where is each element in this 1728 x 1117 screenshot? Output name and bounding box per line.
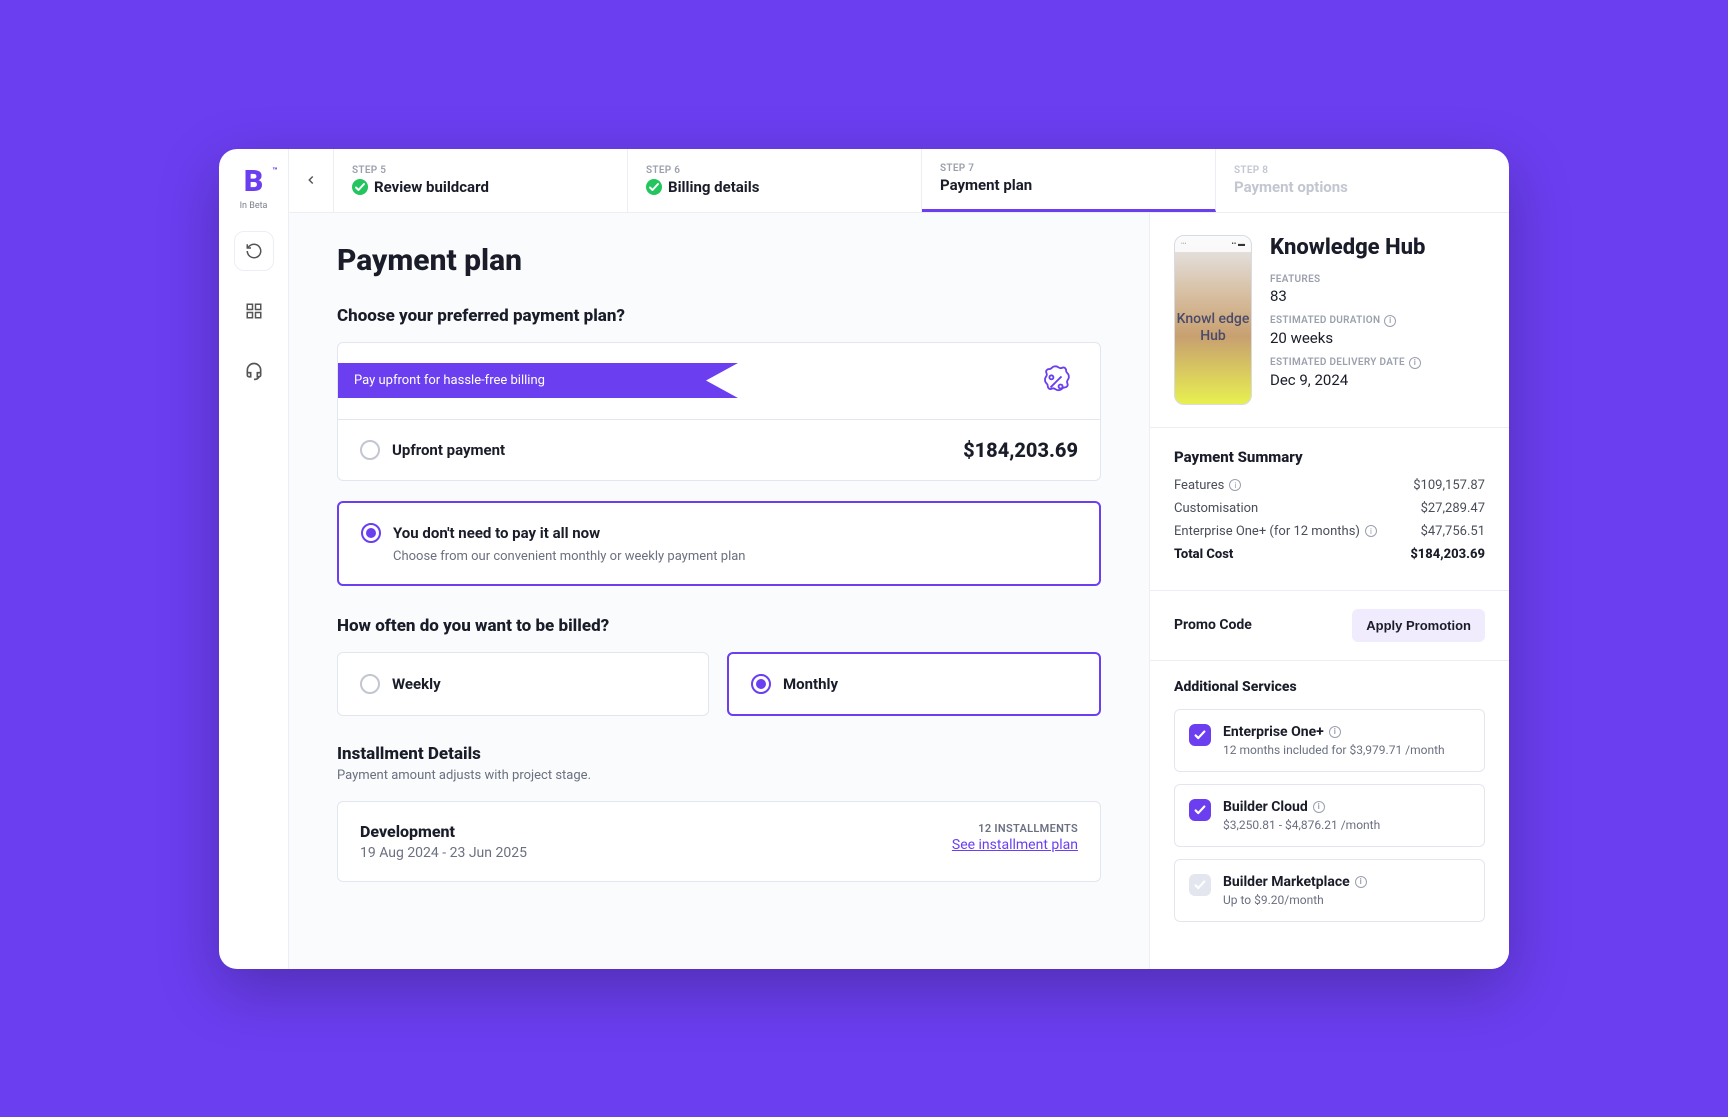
- service-checkbox[interactable]: [1189, 724, 1211, 746]
- support-button[interactable]: [234, 351, 274, 391]
- upfront-label: Upfront payment: [392, 441, 505, 459]
- summary-header: ···•• ▬ Knowl edge Hub Knowledge Hub FEA…: [1150, 213, 1509, 428]
- radio-upfront[interactable]: [360, 440, 380, 460]
- apply-promotion-button[interactable]: Apply Promotion: [1352, 609, 1485, 642]
- radio-installment[interactable]: [361, 523, 381, 543]
- info-icon[interactable]: i: [1384, 315, 1396, 327]
- check-icon: [1193, 878, 1207, 892]
- upfront-price: $184,203.69: [963, 438, 1078, 462]
- duration-label: ESTIMATED DURATION i: [1270, 315, 1485, 327]
- logo-letter: B ™: [240, 167, 268, 197]
- payment-row-enterprise: Enterprise One+ (for 12 months) i $47,75…: [1174, 524, 1485, 539]
- additional-services-title: Additional Services: [1174, 679, 1485, 695]
- info-icon[interactable]: i: [1329, 726, 1341, 738]
- discount-icon: [1034, 359, 1078, 403]
- step-label: STEP 5: [352, 165, 609, 176]
- logo: B ™ In Beta: [240, 167, 268, 211]
- installment-subtitle: Choose from our convenient monthly or we…: [393, 549, 1077, 564]
- service-builder-cloud[interactable]: Builder Cloud i $3,250.81 - $4,876.21 /m…: [1174, 784, 1485, 847]
- service-enterprise-one[interactable]: Enterprise One+ i 12 months included for…: [1174, 709, 1485, 772]
- stepper-back-button[interactable]: [289, 149, 334, 212]
- content-row: Payment plan Choose your preferred payme…: [289, 213, 1509, 969]
- frequency-monthly[interactable]: Monthly: [727, 652, 1101, 716]
- undo-icon: [245, 242, 263, 260]
- additional-services: Additional Services Enterprise One+ i 12…: [1150, 661, 1509, 952]
- step-payment-plan[interactable]: STEP 7 Payment plan: [922, 149, 1216, 212]
- left-rail: B ™ In Beta: [219, 149, 289, 969]
- choose-plan-question: Choose your preferred payment plan?: [337, 306, 1101, 326]
- development-installments-count: 12 INSTALLMENTS: [952, 822, 1078, 835]
- payment-summary-title: Payment Summary: [1174, 448, 1485, 466]
- delivery-value: Dec 9, 2024: [1270, 371, 1485, 389]
- info-icon[interactable]: i: [1365, 525, 1377, 537]
- step-title: Payment options: [1234, 178, 1491, 196]
- payment-row-total: Total Cost $184,203.69: [1174, 547, 1485, 562]
- step-title: Payment plan: [940, 176, 1197, 194]
- installment-title: You don't need to pay it all now: [393, 524, 600, 542]
- project-title: Knowledge Hub: [1270, 235, 1485, 260]
- step-billing-details[interactable]: STEP 6 Billing details: [628, 149, 922, 212]
- payment-summary: Payment Summary Features i $109,157.87 C…: [1150, 428, 1509, 591]
- info-icon[interactable]: i: [1409, 357, 1421, 369]
- step-title: Review buildcard: [352, 178, 609, 196]
- delivery-label: ESTIMATED DELIVERY DATE i: [1270, 357, 1485, 369]
- app-preview-name: Knowl edge Hub: [1175, 252, 1251, 404]
- upfront-card: Pay upfront for hassle-free billing Upfr…: [337, 342, 1101, 481]
- features-value: 83: [1270, 287, 1485, 305]
- grid-icon: [245, 302, 263, 320]
- installment-details-title: Installment Details: [337, 744, 1101, 764]
- headset-icon: [244, 361, 264, 381]
- upfront-option[interactable]: Upfront payment $184,203.69: [338, 419, 1100, 480]
- stepper: STEP 5 Review buildcard STEP 6 Billing d…: [289, 149, 1509, 213]
- promo-section: Promo Code Apply Promotion: [1150, 591, 1509, 661]
- logo-beta-label: In Beta: [240, 201, 268, 211]
- chevron-left-icon: [304, 173, 318, 187]
- see-installment-plan-link[interactable]: See installment plan: [952, 837, 1078, 853]
- step-review-buildcard[interactable]: STEP 5 Review buildcard: [334, 149, 628, 212]
- step-payment-options: STEP 8 Payment options: [1216, 149, 1509, 212]
- step-title: Billing details: [646, 178, 903, 196]
- radio-monthly[interactable]: [751, 674, 771, 694]
- page-title: Payment plan: [337, 243, 1101, 278]
- info-icon[interactable]: i: [1313, 801, 1325, 813]
- duration-value: 20 weeks: [1270, 329, 1485, 347]
- upfront-ribbon: Pay upfront for hassle-free billing: [338, 363, 738, 398]
- installment-option[interactable]: You don't need to pay it all now Choose …: [337, 501, 1101, 586]
- info-icon[interactable]: i: [1229, 479, 1241, 491]
- payment-row-features: Features i $109,157.87: [1174, 478, 1485, 493]
- step-label: STEP 6: [646, 165, 903, 176]
- service-checkbox[interactable]: [1189, 874, 1211, 896]
- app-window: B ™ In Beta STEP 5 Review buildcard STEP…: [219, 149, 1509, 969]
- content-main: Payment plan Choose your preferred payme…: [289, 213, 1149, 969]
- radio-weekly[interactable]: [360, 674, 380, 694]
- promo-label: Promo Code: [1174, 617, 1252, 633]
- undo-button[interactable]: [234, 231, 274, 271]
- check-icon: [1193, 728, 1207, 742]
- frequency-weekly[interactable]: Weekly: [337, 652, 709, 716]
- service-builder-marketplace[interactable]: Builder Marketplace i Up to $9.20/month: [1174, 859, 1485, 922]
- features-label: FEATURES: [1270, 274, 1485, 285]
- step-label: STEP 7: [940, 163, 1197, 174]
- development-installment-card: Development 19 Aug 2024 - 23 Jun 2025 12…: [337, 801, 1101, 882]
- payment-row-customisation: Customisation $27,289.47: [1174, 501, 1485, 516]
- summary-sidebar: ···•• ▬ Knowl edge Hub Knowledge Hub FEA…: [1149, 213, 1509, 969]
- check-icon: [1193, 803, 1207, 817]
- info-icon[interactable]: i: [1355, 876, 1367, 888]
- billing-frequency-question: How often do you want to be billed?: [337, 616, 1101, 636]
- service-checkbox[interactable]: [1189, 799, 1211, 821]
- main-area: STEP 5 Review buildcard STEP 6 Billing d…: [289, 149, 1509, 969]
- installment-details-subtitle: Payment amount adjusts with project stag…: [337, 768, 1101, 783]
- apps-button[interactable]: [234, 291, 274, 331]
- app-preview-mock: ···•• ▬ Knowl edge Hub: [1174, 235, 1252, 405]
- development-title: Development: [360, 822, 527, 841]
- development-date-range: 19 Aug 2024 - 23 Jun 2025: [360, 845, 527, 861]
- step-label: STEP 8: [1234, 165, 1491, 176]
